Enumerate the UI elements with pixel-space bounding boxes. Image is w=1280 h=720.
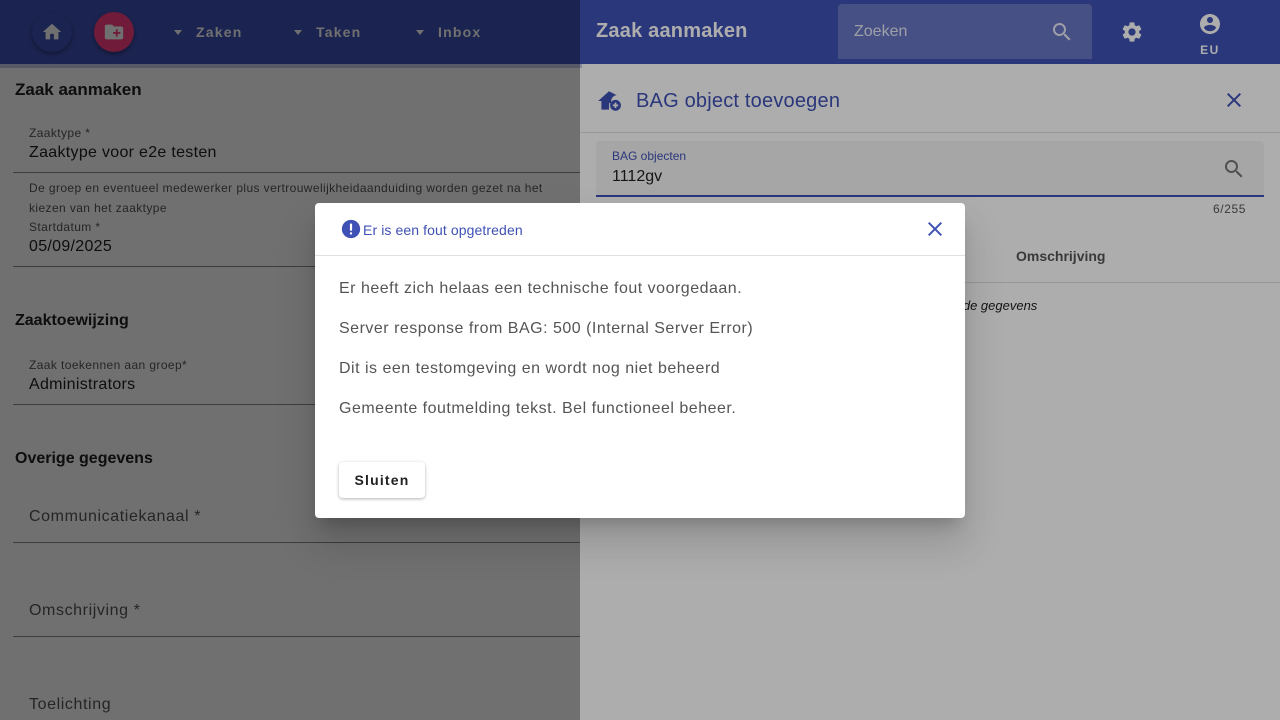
- dialog-header: Er is een fout opgetreden: [315, 203, 965, 256]
- error-icon: [341, 219, 361, 239]
- dialog-title: Er is een fout opgetreden: [363, 222, 523, 238]
- dialog-message-line: Er heeft zich helaas een technische fout…: [339, 280, 743, 297]
- dialog-message-line: Gemeente foutmelding tekst. Bel function…: [339, 400, 737, 417]
- sluiten-button[interactable]: Sluiten: [339, 462, 425, 498]
- error-dialog: Er is een fout opgetreden Er heeft zich …: [315, 203, 965, 518]
- close-icon[interactable]: [923, 217, 947, 241]
- dialog-message-line: Dit is een testomgeving en wordt nog nie…: [339, 360, 721, 377]
- dialog-message-line: Server response from BAG: 500 (Internal …: [339, 320, 754, 337]
